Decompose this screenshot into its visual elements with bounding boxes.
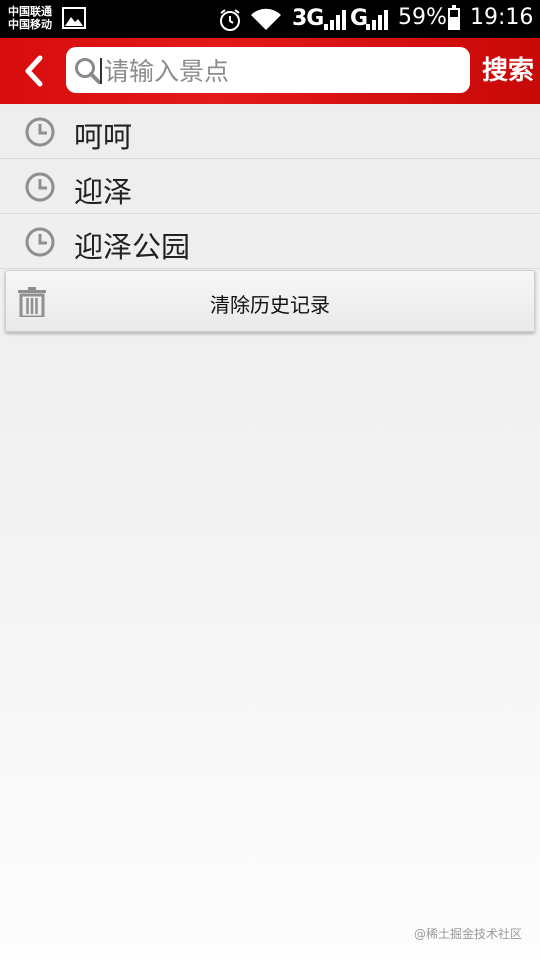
clear-history-button[interactable]: 清除历史记录 [5,270,535,332]
search-header: 搜索 [0,38,540,104]
history-item-label: 呵呵 [74,120,133,154]
clock-icon [25,227,55,257]
search-box[interactable] [66,47,470,93]
battery-icon [448,5,460,30]
back-arrow-icon [25,55,43,87]
carrier-2: 中国移动 [8,18,52,31]
carrier-labels: 中国联通 中国移动 [8,5,52,31]
gallery-icon [62,7,86,29]
signal-icon-2 [366,10,388,30]
clock-icon [25,117,55,147]
history-item-label: 迎泽公园 [74,230,191,264]
clock: 19:16 [470,5,534,30]
history-item[interactable]: 迎泽 [0,159,540,214]
history-item[interactable]: 呵呵 [0,104,540,159]
wifi-icon [251,8,281,31]
network-type-1: 3G [292,6,324,31]
battery-percent: 59% [398,5,447,30]
carrier-1: 中国联通 [8,5,52,18]
search-history-list: 呵呵 迎泽 迎泽公园 [0,104,540,269]
history-item-label: 迎泽 [74,175,133,209]
search-icon [75,58,101,84]
status-bar: 中国联通 中国移动 3G G 59% 19:16 [0,0,540,38]
watermark: @稀土掘金技术社区 [413,927,522,941]
battery-fill [450,17,458,28]
back-button[interactable] [14,52,54,90]
alarm-icon [220,9,240,31]
search-input[interactable] [102,52,466,90]
clear-history-label: 清除历史记录 [210,293,330,317]
search-button[interactable]: 搜索 [476,50,540,92]
signal-icon [324,10,346,30]
clock-icon [25,172,55,202]
history-item[interactable]: 迎泽公园 [0,214,540,269]
